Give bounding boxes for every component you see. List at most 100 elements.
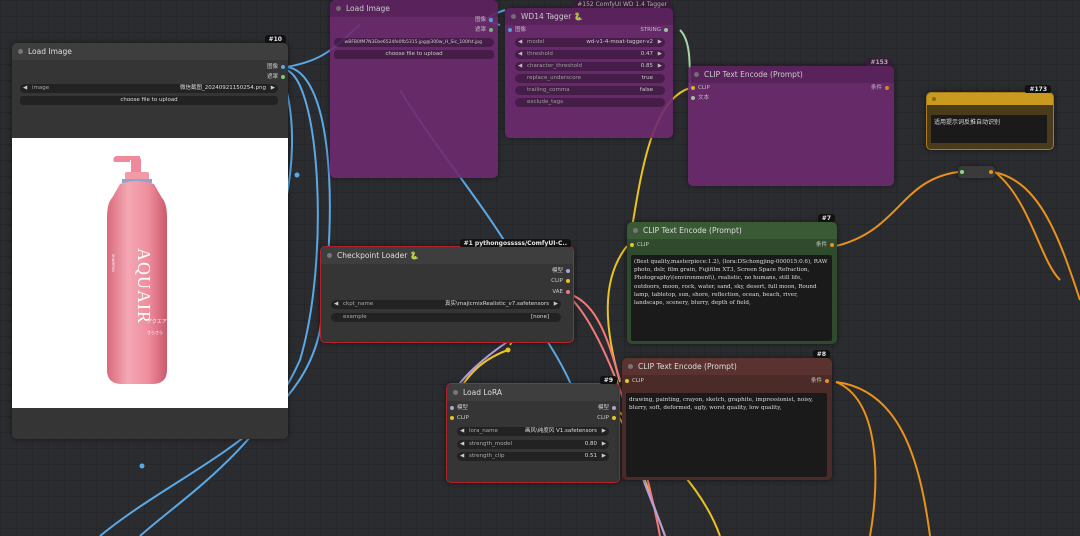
increment-arrow-icon[interactable]: ▶ [554, 300, 558, 309]
output-model[interactable]: 模型 [552, 267, 573, 276]
input-model[interactable]: 模型 [447, 404, 468, 413]
decrement-arrow-icon[interactable]: ◀ [334, 300, 338, 309]
lora-name-select[interactable]: ◀ lora_name 画风\纯度风 V1.safetensors ▶ [457, 427, 609, 436]
output-label: STRING [640, 27, 661, 33]
widget-label: image [32, 85, 50, 91]
widget-label: exclude_tags [527, 99, 563, 105]
wire-orange [994, 171, 1061, 281]
output-vae[interactable]: VAE [552, 288, 573, 297]
widget-value: 画风\纯度风 V1.safetensors [524, 428, 597, 434]
tagger-widget[interactable]: ◀ threshold 0.47 ▶ [515, 50, 665, 59]
load-lora-node[interactable]: #9 Load LoRA 模型 CLIP 模型 CLIP ◀ lora_name 画… [446, 376, 620, 483]
widget-value: 真实\majicmixRealistic_v7.safetensors [445, 301, 549, 307]
increment-arrow-icon[interactable]: ▶ [602, 440, 606, 449]
strength-model-number[interactable]: ◀ strength_model 0.80 ▶ [457, 440, 609, 449]
widget-label: strength_clip [469, 453, 505, 459]
wire-reroute [294, 172, 300, 178]
upload-button[interactable]: choose file to upload [334, 50, 494, 59]
prompt-textarea[interactable]: (Best quality,masterpiece:1.2), (lora:DS… [631, 255, 832, 341]
note-node[interactable]: #173 适用提示词反推自动识别 [926, 85, 1054, 150]
input-clip[interactable]: CLIP [627, 241, 649, 250]
output-label: 遮罩 [474, 27, 486, 33]
input-label: CLIP [632, 378, 644, 384]
increment-arrow-icon[interactable]: ▶ [602, 427, 606, 436]
widget-value: 微信截图_20240921150254.png [180, 85, 266, 91]
increment-arrow-icon[interactable]: ▶ [658, 38, 662, 47]
reroute-node[interactable] [958, 166, 995, 178]
clip-negative-node[interactable]: #8 CLIP Text Encode (Prompt) CLIP 条件 dra… [622, 350, 832, 480]
output-label: 条件 [815, 242, 827, 248]
widget-value: 0.80 [584, 441, 597, 447]
output-mask[interactable]: 遮罩 [475, 26, 496, 35]
increment-arrow-icon[interactable]: ▶ [602, 452, 606, 461]
output-conditioning[interactable]: 条件 [811, 377, 832, 386]
input-clip[interactable]: CLIP [622, 377, 644, 386]
widget-label: replace_underscore [527, 75, 581, 81]
decrement-arrow-icon[interactable]: ◀ [518, 62, 522, 71]
input-label: CLIP [698, 85, 710, 91]
tagger-widget[interactable]: ◀ character_threshold 0.85 ▶ [515, 62, 665, 71]
decrement-arrow-icon[interactable]: ◀ [460, 452, 464, 461]
output-clip[interactable]: CLIP [597, 414, 619, 423]
widget-value: 0.47 [640, 51, 653, 57]
image-select[interactable]: ◀ image 微信截图_20240921150254.png ▶ [20, 84, 278, 93]
decrement-arrow-icon[interactable]: ◀ [23, 84, 27, 93]
load-image-node[interactable]: #10 Load Image 图像 遮罩 ◀ image 微信截图_202409… [12, 35, 288, 439]
reroute-input-dot[interactable] [960, 170, 964, 174]
output-image[interactable]: 图像 [475, 16, 496, 25]
output-conditioning[interactable]: 条件 [816, 241, 837, 250]
node-title: Load Image [12, 43, 288, 60]
clip-positive-node[interactable]: #7 CLIP Text Encode (Prompt) CLIP 条件 (Be… [627, 214, 837, 344]
checkpoint-loader-node[interactable]: #1 pythongosssss/ComfyUI-C.. Checkpoint … [320, 239, 574, 343]
output-clip[interactable]: CLIP [551, 277, 573, 286]
input-label: CLIP [457, 415, 469, 421]
widget-label: example [343, 314, 367, 320]
tagger-widget[interactable]: exclude_tags [515, 98, 665, 107]
widget-value: [none] [530, 314, 549, 320]
bg-clip-node[interactable]: #153 CLIP Text Encode (Prompt) CLIP 文本 条… [688, 58, 894, 186]
output-conditioning[interactable]: 条件 [871, 84, 892, 93]
product-brand: AQUAIR [134, 248, 154, 324]
tagger-widget[interactable]: replace_underscore true [515, 74, 665, 83]
prompt-textarea[interactable]: drawing, painting, crayon, sketch, graph… [626, 393, 827, 477]
input-clip[interactable]: CLIP [688, 84, 710, 93]
tagger-node[interactable]: #152 ComfyUI WD 1.4 Tagger WD14 Tagger 🐍… [505, 0, 673, 138]
decrement-arrow-icon[interactable]: ◀ [518, 38, 522, 47]
wire-reroute [139, 463, 145, 469]
widget-value: true [641, 75, 653, 81]
tagger-widget[interactable]: trailing_comma false [515, 86, 665, 95]
widget-label: character_threshold [527, 63, 582, 69]
note-text[interactable]: 适用提示词反推自动识别 [931, 115, 1047, 143]
output-string[interactable]: STRING [640, 26, 671, 35]
decrement-arrow-icon[interactable]: ◀ [460, 440, 464, 449]
decrement-arrow-icon[interactable]: ◀ [460, 427, 464, 436]
strength-clip-number[interactable]: ◀ strength_clip 0.51 ▶ [457, 452, 609, 461]
bg-load-image-node[interactable]: Load Image 图像 遮罩 wBFB0fM7N3Ebe6524fe0fb5… [330, 0, 498, 178]
output-label: CLIP [597, 415, 609, 421]
output-label: CLIP [551, 278, 563, 284]
example-select[interactable]: example [none] [331, 313, 561, 322]
output-image[interactable]: 图像 [267, 63, 288, 72]
input-text[interactable]: 文本 [688, 94, 709, 103]
widget-label: lora_name [469, 428, 498, 434]
input-image[interactable]: 图像 [505, 26, 526, 35]
upload-button[interactable]: choose file to upload [20, 96, 278, 105]
ckpt-name-select[interactable]: ◀ ckpt_name 真实\majicmixRealistic_v7.safe… [331, 300, 561, 309]
increment-arrow-icon[interactable]: ▶ [658, 62, 662, 71]
widget-label: model [527, 39, 545, 45]
tagger-widget[interactable]: ◀ model wd-v1-4-moat-tagger-v2 ▶ [515, 38, 665, 47]
output-mask[interactable]: 遮罩 [267, 73, 288, 82]
widget-value: wd-v1-4-moat-tagger-v2 [586, 39, 653, 45]
reroute-output-dot[interactable] [989, 170, 993, 174]
node-title: Checkpoint Loader 🐍 [321, 247, 573, 264]
decrement-arrow-icon[interactable]: ◀ [518, 50, 522, 59]
product-small: さらさら [147, 330, 163, 335]
increment-arrow-icon[interactable]: ▶ [271, 84, 275, 93]
input-clip[interactable]: CLIP [447, 414, 469, 423]
widget-value: 0.51 [584, 453, 597, 459]
output-model[interactable]: 模型 [598, 404, 619, 413]
output-label: 模型 [551, 268, 563, 274]
node-title: CLIP Text Encode (Prompt) [627, 222, 837, 239]
image-select[interactable]: wBFB0fM7N3Ebe6524fe0fb5315.jpg@300w_H_Si… [334, 38, 494, 47]
increment-arrow-icon[interactable]: ▶ [658, 50, 662, 59]
